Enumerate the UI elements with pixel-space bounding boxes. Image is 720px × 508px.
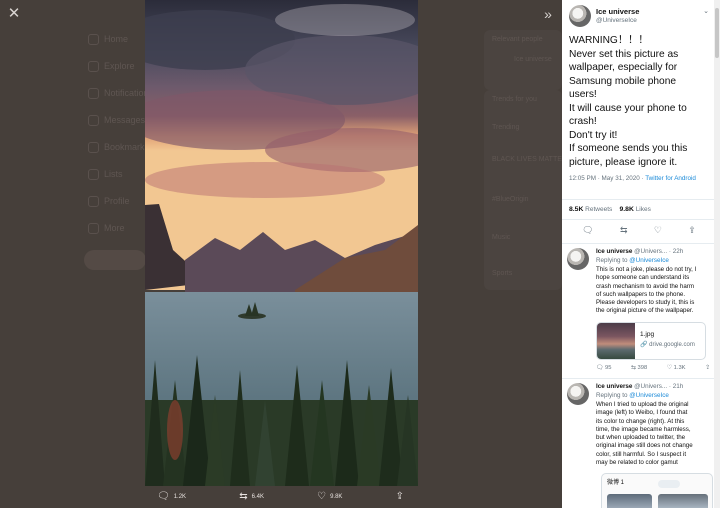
tweet-line: wallpaper, especially for bbox=[569, 62, 678, 73]
scrollbar-thumb[interactable] bbox=[715, 8, 719, 58]
tweet-line: users! bbox=[569, 89, 597, 100]
reply-tweet[interactable]: Ice universe @Univers... · 21h Replying … bbox=[567, 383, 713, 508]
tweet-line: crash! bbox=[569, 116, 597, 127]
link-icon: 🔗 bbox=[640, 342, 648, 348]
dimmed-relevant-people-card: Relevant people Ice universe bbox=[484, 30, 562, 90]
tweet-line: Samsung mobile phone bbox=[569, 75, 677, 87]
dimmed-trends-card: Trends for you Trending BLACK LIVES MATT… bbox=[484, 90, 567, 290]
media-share-button[interactable]: ⇪ bbox=[396, 492, 404, 502]
dimmed-nav-profile: Profile bbox=[88, 196, 130, 207]
tweet-line: It will cause your phone to bbox=[569, 102, 687, 114]
author-name[interactable]: Ice universe bbox=[596, 7, 639, 16]
retweet-icon: ⇆ bbox=[631, 365, 636, 371]
chevron-down-icon[interactable]: ⌄ bbox=[703, 7, 709, 15]
reply-text: When I tried to upload the original imag… bbox=[596, 401, 693, 467]
embedded-screenshot-title: 微博 1 bbox=[607, 480, 625, 486]
dimmed-nav-bookmarks: Bookmarks bbox=[88, 142, 149, 153]
embedded-image-left bbox=[607, 494, 652, 508]
tweet-line: WARNING！！！ bbox=[569, 35, 649, 46]
avatar[interactable] bbox=[567, 248, 589, 270]
reply-actions: 🗨 95 ⇆ 398 ♡ 1.3K ⇪ bbox=[596, 365, 710, 371]
mention-link[interactable]: @UniverseIce bbox=[629, 257, 669, 264]
collapse-panel-button[interactable]: » bbox=[540, 6, 556, 22]
tweet-side-panel: Ice universe @UniverseIce ⌄ WARNING！！！ N… bbox=[562, 0, 720, 508]
divider bbox=[562, 219, 714, 220]
like-icon[interactable]: ♡ bbox=[654, 225, 662, 239]
tweet-line: Never set this picture as bbox=[569, 48, 679, 60]
share-icon: ⇪ bbox=[395, 491, 404, 502]
divider bbox=[562, 243, 714, 244]
embedded-screenshot-button bbox=[658, 480, 680, 488]
link-domain: 🔗 drive.google.com bbox=[640, 342, 695, 348]
reply-icon[interactable]: 🗨 bbox=[582, 225, 593, 239]
dimmed-nav-messages: Messages bbox=[88, 115, 145, 126]
tweet-author: Ice universe @UniverseIce ⌄ bbox=[569, 5, 709, 29]
like-icon: ♡ bbox=[666, 365, 672, 371]
divider bbox=[562, 378, 714, 379]
tweet-line: picture, please ignore it. bbox=[569, 156, 678, 168]
reply-retweet-button[interactable]: ⇆ 398 bbox=[631, 365, 647, 371]
tweet-actions: 🗨 ⇆ ♡ ⇪ bbox=[569, 225, 709, 239]
likes-stat[interactable]: 9.8K Likes bbox=[620, 206, 651, 213]
close-viewer-button[interactable]: ✕ bbox=[6, 6, 22, 22]
share-icon: ⇪ bbox=[705, 365, 710, 371]
close-icon: ✕ bbox=[7, 5, 21, 22]
dimmed-tweet-button bbox=[84, 250, 146, 270]
dimmed-nav-more: More bbox=[88, 223, 125, 234]
reply-text: This is not a joke, please do not try, I… bbox=[596, 266, 697, 315]
mention-link[interactable]: @UniverseIce bbox=[629, 392, 669, 399]
replying-to: Replying to @UniverseIce bbox=[596, 257, 669, 264]
chevrons-right-icon: » bbox=[544, 6, 552, 22]
reply-tweet[interactable]: Ice universe @Univers... · 22h Replying … bbox=[567, 248, 712, 376]
media-like-button[interactable]: ♡ 9.8K bbox=[317, 492, 342, 502]
divider bbox=[562, 199, 714, 200]
dimmed-nav-lists: Lists bbox=[88, 169, 123, 180]
tweet-timestamp: 12:05 PM · May 31, 2020 · Twitter for An… bbox=[569, 174, 709, 183]
tweet-stats: 8.5K Retweets 9.8K Likes bbox=[569, 206, 651, 213]
screen: Home Explore Notifications Messages Book… bbox=[0, 0, 720, 508]
tweet-text: WARNING！！！ Never set this picture as wal… bbox=[569, 34, 709, 169]
dimmed-nav-explore: Explore bbox=[88, 61, 135, 72]
avatar[interactable] bbox=[569, 5, 591, 27]
retweets-stat[interactable]: 8.5K Retweets bbox=[569, 206, 612, 213]
reply-like-button[interactable]: ♡ 1.3K bbox=[667, 365, 686, 371]
tweet-source-link[interactable]: Twitter for Android bbox=[645, 175, 696, 182]
media-reply-button[interactable]: 🗨 1.2K bbox=[157, 492, 186, 502]
retweet-icon[interactable]: ⇆ bbox=[620, 225, 628, 239]
reply-icon: 🗨 bbox=[596, 365, 604, 371]
tweet-time[interactable]: 12:05 PM · May 31, 2020 · bbox=[569, 175, 645, 182]
reply-reply-button[interactable]: 🗨 95 bbox=[596, 365, 611, 371]
dimmed-right-column: Relevant people Ice universe Trends for … bbox=[478, 0, 567, 508]
reply-share-button[interactable]: ⇪ bbox=[705, 365, 710, 371]
link-title: 1.jpg bbox=[640, 331, 655, 338]
embedded-image-right bbox=[658, 494, 708, 508]
panel-scrollbar[interactable] bbox=[714, 0, 720, 508]
media-action-bar: 🗨 1.2K ⇆ 6.4K ♡ 9.8K ⇪ bbox=[145, 486, 418, 508]
reply-header: Ice universe @Univers... · 22h bbox=[596, 248, 684, 255]
avatar[interactable] bbox=[567, 383, 589, 405]
author-handle[interactable]: @UniverseIce bbox=[596, 17, 637, 24]
reply-header: Ice universe @Univers... · 21h bbox=[596, 383, 684, 390]
like-icon: ♡ bbox=[317, 491, 327, 502]
tweet-line: Don't try it! bbox=[569, 129, 618, 141]
retweet-icon: ⇆ bbox=[239, 491, 248, 502]
replying-to: Replying to @UniverseIce bbox=[596, 392, 669, 399]
dimmed-nav-home: Home bbox=[88, 34, 128, 45]
wallpaper-photo[interactable] bbox=[145, 0, 418, 486]
link-thumbnail bbox=[597, 323, 635, 359]
reply-icon: 🗨 bbox=[157, 491, 170, 502]
tweet-line: If someone sends you this bbox=[569, 143, 688, 154]
embedded-screenshot[interactable]: 微博 1 bbox=[601, 473, 713, 508]
media-retweet-button[interactable]: ⇆ 6.4K bbox=[239, 492, 264, 502]
share-icon[interactable]: ⇪ bbox=[688, 225, 696, 239]
link-preview-card[interactable]: 1.jpg 🔗 drive.google.com bbox=[596, 322, 706, 360]
